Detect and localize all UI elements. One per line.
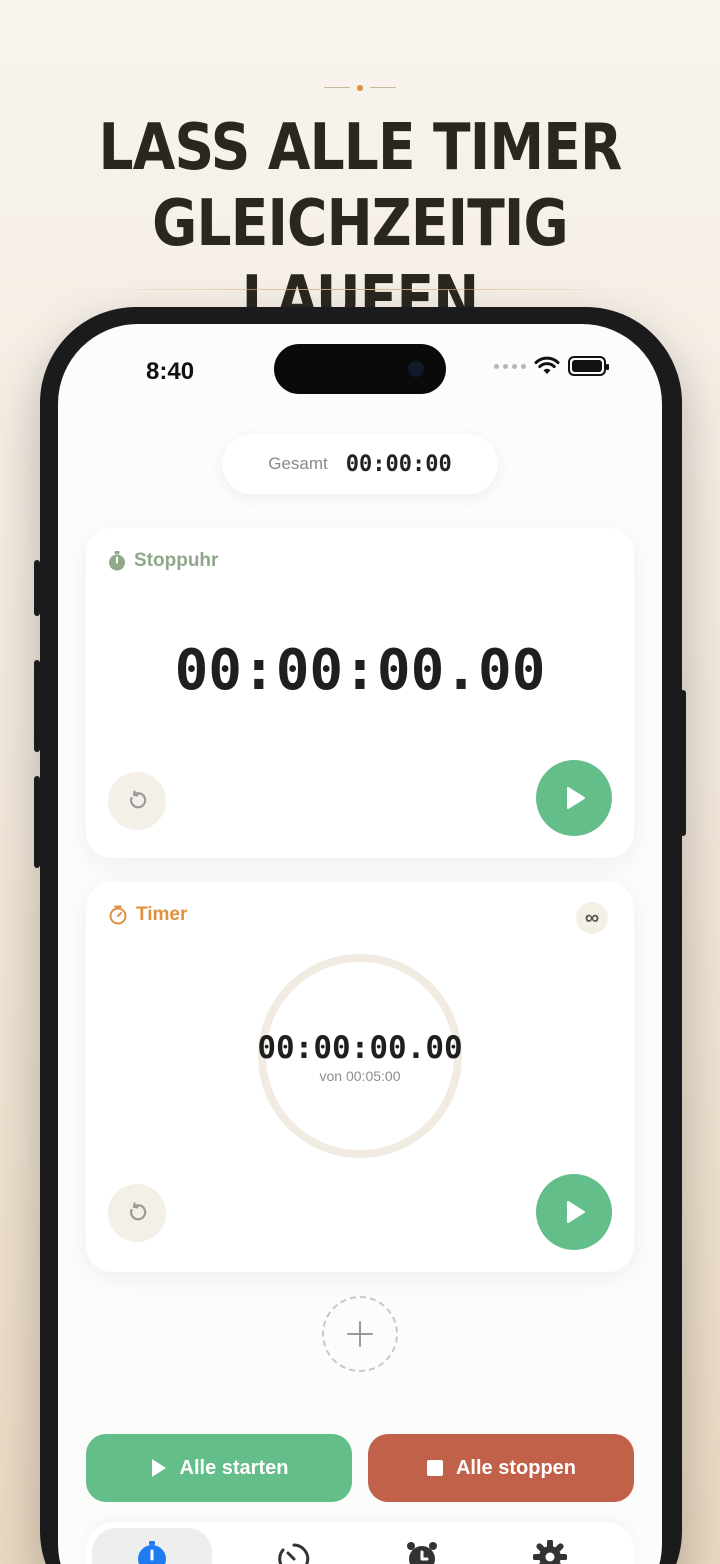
play-icon [151,1459,166,1477]
wifi-icon [534,356,560,374]
gear-tab-icon [533,1540,567,1564]
reset-icon [130,1202,147,1221]
timer-tab-icon [278,1543,310,1564]
stopwatch-reset-button[interactable] [108,772,166,830]
stopwatch-icon [109,551,125,571]
signal-dots-icon [494,363,526,369]
stopwatch-tab-icon [138,1541,166,1564]
play-icon [567,1201,585,1223]
tab-timer[interactable] [234,1528,354,1564]
battery-icon [568,356,609,376]
start-all-button[interactable]: Alle starten [86,1434,352,1502]
headline: LASS ALLE TIMER GLEICHZEITIG LAUFEN [50,110,669,338]
play-icon [567,787,585,809]
app-screen: 8:40 Gesamt 00:00:00 Stoppuhr 00:00:00.0… [58,324,662,1564]
start-all-label: Alle starten [179,1456,289,1479]
timer-card-header: Timer [108,904,187,926]
infinity-icon: ∞ [584,906,600,929]
status-indicators [494,356,609,376]
stop-all-button[interactable]: Alle stoppen [368,1434,634,1502]
timer-title: Timer [136,904,188,925]
stop-all-label: Alle stoppen [455,1456,576,1479]
timer-duration: von 00:05:00 [319,1068,401,1084]
stop-icon [426,1460,443,1476]
phone-volume-down [34,776,40,868]
stopwatch-play-button[interactable] [536,760,612,836]
alarm-clock-tab-icon [407,1542,437,1564]
dynamic-island [274,344,446,394]
timer-reset-button[interactable] [108,1184,166,1242]
headline-line-1: LASS ALLE TIMER [98,111,622,185]
tab-bar [86,1522,634,1564]
timer-time: 00:00:00.00 [257,1030,463,1066]
phone-volume-up [34,660,40,752]
add-timer-button[interactable] [322,1296,398,1372]
timer-play-button[interactable] [536,1174,612,1250]
headline-divider [90,289,630,290]
total-label: Gesamt [268,454,328,473]
status-time: 8:40 [146,358,195,385]
reset-icon [130,790,147,809]
plus-icon [347,1321,373,1347]
total-time-pill: Gesamt 00:00:00 [222,434,498,494]
stopwatch-time: 00:00:00.00 [174,638,546,703]
stopwatch-card: Stoppuhr 00:00:00.00 [86,528,634,858]
timer-icon [109,905,127,925]
headline-ornament [320,82,400,94]
stopwatch-card-header: Stoppuhr [108,550,218,572]
phone-power-button [680,690,686,836]
total-value: 00:00:00 [345,451,452,477]
tab-alarm[interactable] [362,1528,482,1564]
tab-stopwatch[interactable] [92,1528,212,1564]
tab-settings[interactable] [490,1528,610,1564]
phone-action-button [34,560,40,616]
stopwatch-title: Stoppuhr [134,550,219,571]
infinity-loop-button[interactable]: ∞ [576,902,608,934]
timer-card: Timer ∞ 00:00:00.00 von 00:05:00 [86,882,634,1272]
